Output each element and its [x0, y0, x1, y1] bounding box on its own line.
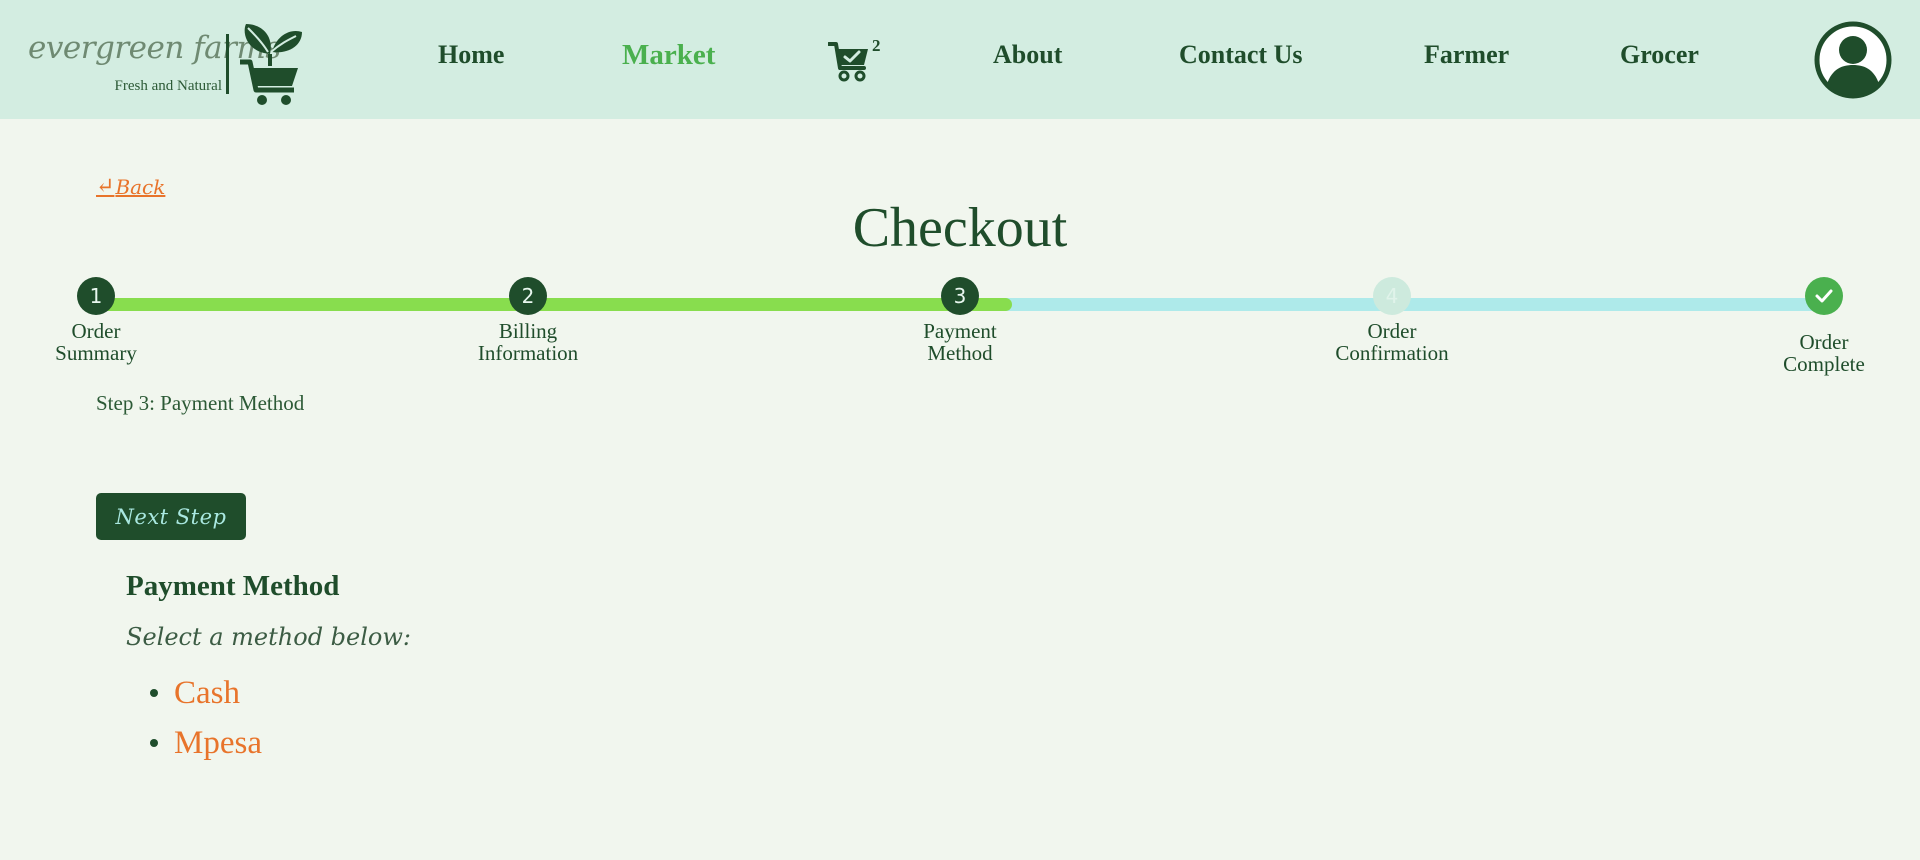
- list-bullet: [150, 689, 158, 697]
- nav-contact-us[interactable]: Contact Us: [1179, 40, 1303, 70]
- payment-option-label: Cash: [174, 674, 240, 711]
- step-5-label-line1: Order: [1799, 330, 1849, 354]
- nav-farmer[interactable]: Farmer: [1424, 40, 1509, 70]
- step-3-indicator: 3: [941, 277, 979, 315]
- leaf-cart-logo-icon: [240, 24, 302, 105]
- payment-method-list: Cash Mpesa: [150, 668, 262, 768]
- step-2-indicator: 2: [509, 277, 547, 315]
- page-title: Checkout: [852, 197, 1068, 259]
- cart-count-badge: 2: [872, 36, 881, 55]
- top-navbar: evergreen farms Fresh and Natural Home M…: [0, 0, 1920, 119]
- list-bullet: [150, 739, 158, 747]
- payment-method-title: Payment Method: [126, 570, 340, 602]
- step-4-indicator: 4: [1373, 277, 1411, 315]
- step-4-label: Order Confirmation: [1292, 320, 1492, 364]
- step-3-label: Payment Method: [860, 320, 1060, 364]
- step-3-label-line2: Method: [927, 341, 993, 365]
- step-5-label-line2: Complete: [1783, 352, 1865, 376]
- step-1-label-line2: Summary: [55, 341, 137, 365]
- payment-method-subtitle: Select a method below:: [126, 623, 411, 651]
- step-2-label: Billing Information: [428, 320, 628, 364]
- nav-home[interactable]: Home: [438, 40, 504, 70]
- cart-check-icon: [827, 42, 868, 82]
- step-2-label-line1: Billing: [498, 319, 558, 343]
- cart-button[interactable]: 2: [827, 36, 884, 88]
- step-1-indicator: 1: [77, 277, 115, 315]
- step-5-indicator: [1805, 277, 1843, 315]
- payment-option-mpesa[interactable]: Mpesa: [150, 718, 262, 768]
- back-label: Back: [115, 174, 166, 199]
- check-icon: [1815, 289, 1833, 303]
- payment-option-cash[interactable]: Cash: [150, 668, 262, 718]
- nav-grocer[interactable]: Grocer: [1620, 40, 1699, 70]
- nav-market[interactable]: Market: [622, 39, 715, 72]
- step-2-label-line2: Information: [477, 341, 579, 365]
- step-4-label-line1: Order: [1367, 319, 1417, 343]
- brand-logo-link[interactable]: evergreen farms Fresh and Natural: [28, 22, 308, 106]
- nav-about[interactable]: About: [993, 40, 1062, 70]
- user-avatar-icon[interactable]: [1814, 21, 1892, 99]
- step-1-label-line1: Order: [71, 319, 121, 343]
- payment-option-label: Mpesa: [174, 724, 262, 761]
- step-4-label-line2: Confirmation: [1335, 341, 1449, 365]
- progress-fill: [96, 298, 1012, 311]
- step-caption: Step 3: Payment Method: [96, 391, 305, 415]
- next-step-button[interactable]: Next Step: [96, 493, 246, 540]
- step-3-label-line1: Payment: [923, 319, 997, 343]
- brand-divider: [226, 34, 229, 94]
- step-5-label: Order Complete: [1724, 331, 1920, 375]
- step-1-label: Order Summary: [0, 320, 196, 364]
- brand-tagline: Fresh and Natural: [114, 78, 222, 94]
